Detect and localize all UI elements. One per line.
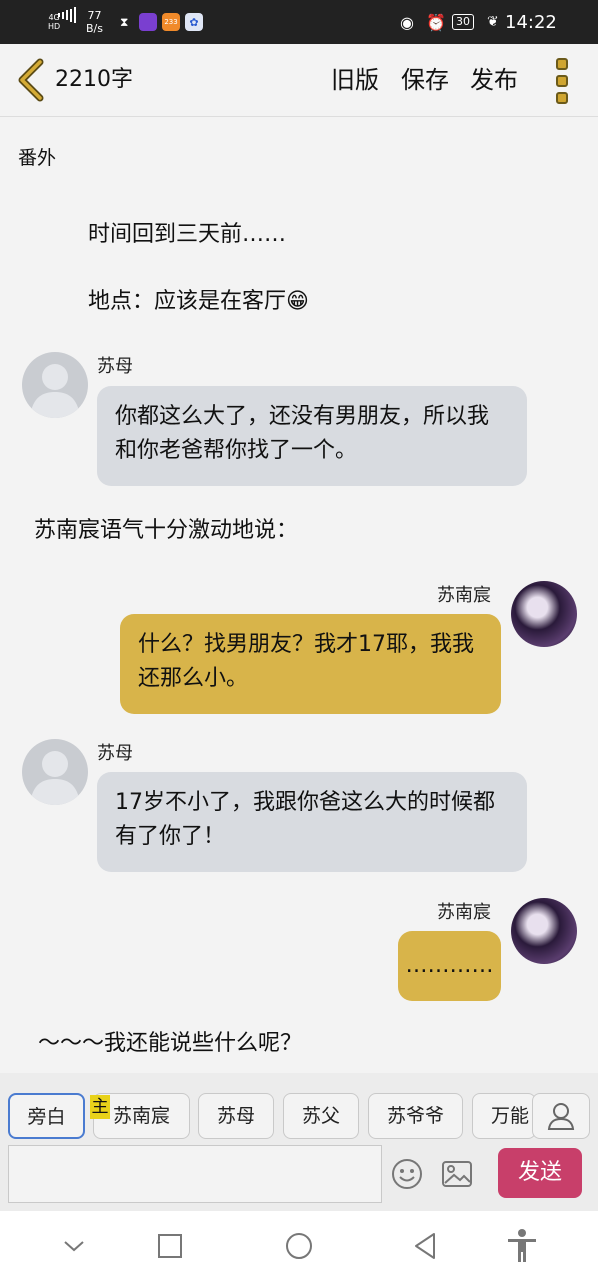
- back-button[interactable]: [14, 58, 48, 102]
- send-button[interactable]: 发送: [498, 1148, 582, 1198]
- message-input[interactable]: [8, 1145, 382, 1203]
- eye-icon: ◉: [400, 12, 414, 32]
- input-bar: 发送: [0, 1145, 598, 1211]
- old-version-button[interactable]: 旧版: [331, 44, 379, 116]
- back-nav-icon[interactable]: [405, 1211, 445, 1280]
- narration-1[interactable]: 时间回到三天前……: [88, 220, 286, 250]
- avatar-su-nanchen[interactable]: [511, 898, 577, 964]
- game-app-icon: 233: [162, 13, 180, 31]
- status-time: 14:22: [505, 11, 557, 33]
- role-manage-button[interactable]: [532, 1093, 590, 1139]
- status-bar: 4G HD 77 B/s ⧗ 233 ✿ ◉ ⏰ 30 ❦ 14:22: [0, 0, 598, 44]
- app-icon-text: 233: [164, 18, 178, 26]
- video-app-icon: [139, 13, 157, 31]
- system-nav-bar: [0, 1211, 598, 1280]
- main-character-badge: 主: [90, 1095, 110, 1119]
- role-su-yeye[interactable]: 苏爷爷: [368, 1093, 463, 1139]
- role-selector: 旁白 苏南宸 主 苏母 苏父 苏爷爷 万能: [0, 1073, 598, 1145]
- chat-content[interactable]: 番外 时间回到三天前…… 地点：应该是在客厅😁 苏母 你都这么大了，还没有男朋友…: [0, 117, 598, 1073]
- person-placeholder-icon: [30, 751, 80, 805]
- person-placeholder-icon: [30, 364, 80, 418]
- avatar-su-mu[interactable]: [22, 739, 88, 805]
- narration-4[interactable]: ～～～我还能说些什么呢？: [38, 1029, 302, 1059]
- chevron-left-icon: [18, 58, 44, 102]
- emoji-icon[interactable]: [390, 1157, 424, 1191]
- speaker-name: 苏母: [97, 356, 133, 377]
- leaf-icon: ❦: [487, 14, 499, 30]
- paw-app-icon: ✿: [185, 13, 203, 31]
- more-menu-icon[interactable]: [556, 58, 572, 104]
- message-bubble[interactable]: 17岁不小了，我跟你爸这么大的时候都有了你了！: [97, 772, 527, 872]
- chapter-title[interactable]: 番外: [18, 143, 56, 170]
- save-button[interactable]: 保存: [401, 44, 449, 116]
- recent-apps-icon[interactable]: [150, 1211, 190, 1280]
- hourglass-icon: ⧗: [120, 14, 129, 29]
- editor-toolbar: 2210字 旧版 保存 发布: [0, 44, 598, 117]
- word-count: 2210字: [55, 67, 133, 92]
- message-bubble[interactable]: 什么？找男朋友？我才17耶，我我还那么小。: [120, 614, 501, 714]
- user-icon: [547, 1103, 575, 1130]
- speed-value: 77: [87, 9, 102, 22]
- signal-bars-icon: [58, 0, 76, 44]
- narration-2[interactable]: 地点：应该是在客厅😁: [88, 287, 309, 317]
- hide-nav-icon[interactable]: [54, 1211, 94, 1280]
- battery-icon: 30: [452, 0, 474, 44]
- speaker-name: 苏南宸: [437, 902, 491, 923]
- avatar-su-mu[interactable]: [22, 352, 88, 418]
- role-narrator[interactable]: 旁白: [8, 1093, 85, 1139]
- message-bubble[interactable]: 你都这么大了，还没有男朋友，所以我和你老爸帮你找了一个。: [97, 386, 527, 486]
- narration-3[interactable]: 苏南宸语气十分激动地说：: [34, 516, 298, 546]
- message-bubble[interactable]: …………: [398, 931, 501, 1001]
- speaker-name: 苏南宸: [437, 585, 491, 606]
- accessibility-icon[interactable]: [502, 1211, 542, 1280]
- speaker-name: 苏母: [97, 743, 133, 764]
- role-universal[interactable]: 万能: [472, 1093, 536, 1139]
- home-icon[interactable]: [279, 1211, 319, 1280]
- network-speed: 77 B/s: [86, 0, 103, 44]
- alarm-icon: ⏰: [426, 12, 446, 32]
- role-su-mu[interactable]: 苏母: [198, 1093, 274, 1139]
- image-icon[interactable]: [440, 1157, 474, 1191]
- publish-button[interactable]: 发布: [470, 44, 518, 116]
- role-su-fu[interactable]: 苏父: [283, 1093, 359, 1139]
- avatar-su-nanchen[interactable]: [511, 581, 577, 647]
- battery-level: 30: [452, 14, 474, 30]
- speed-unit: B/s: [86, 22, 103, 35]
